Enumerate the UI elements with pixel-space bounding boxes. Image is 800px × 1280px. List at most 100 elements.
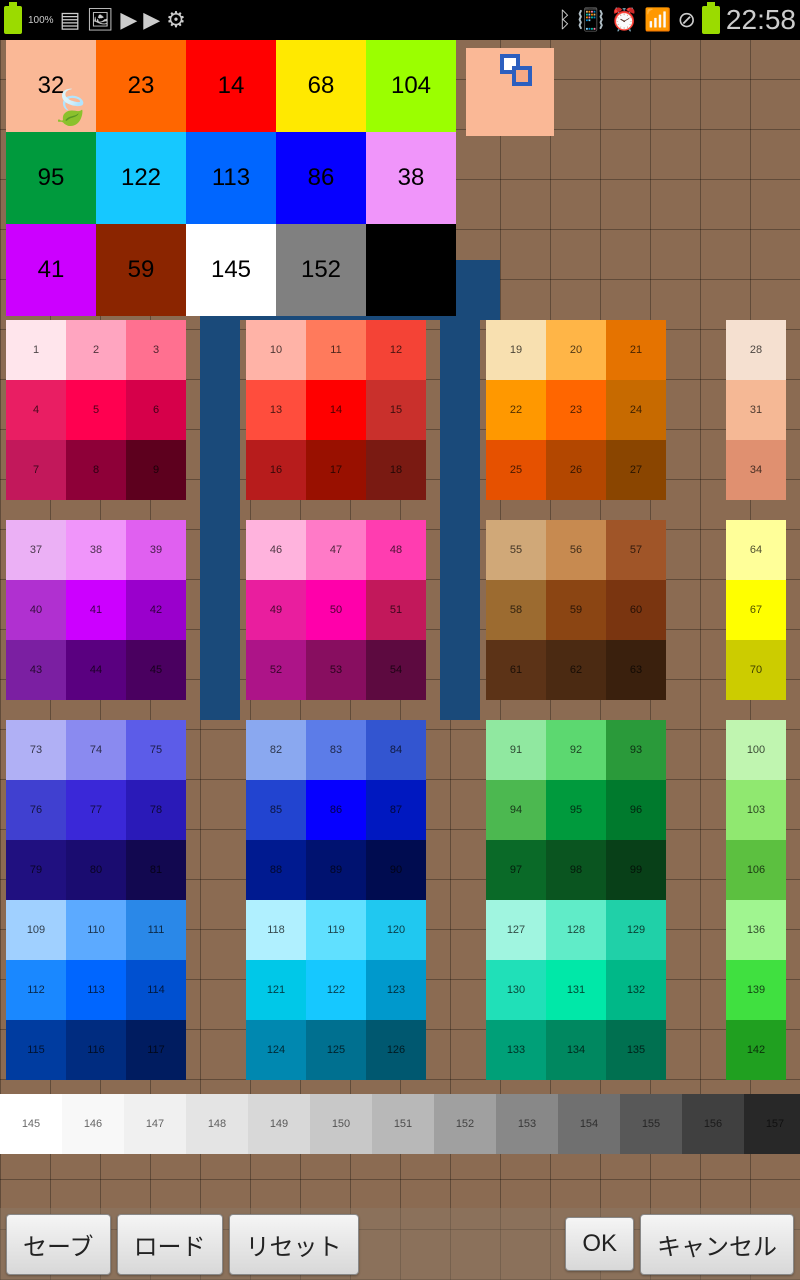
gray-swatch[interactable]: 149 — [248, 1094, 310, 1154]
swatch[interactable]: 99 — [606, 840, 666, 900]
swatch[interactable]: 111 — [126, 900, 186, 960]
swatch[interactable]: 67 — [726, 580, 786, 640]
swatch[interactable]: 125 — [306, 1020, 366, 1080]
swatch[interactable]: 10 — [246, 320, 306, 380]
swatch[interactable]: 93 — [606, 720, 666, 780]
gray-swatch[interactable]: 151 — [372, 1094, 434, 1154]
top-swatch[interactable]: 95 — [6, 132, 96, 224]
swatch[interactable]: 59 — [546, 580, 606, 640]
swatch[interactable]: 4 — [6, 380, 66, 440]
swatch[interactable]: 3 — [126, 320, 186, 380]
swatch[interactable]: 122 — [306, 960, 366, 1020]
swatch[interactable]: 80 — [66, 840, 126, 900]
swatch[interactable]: 126 — [366, 1020, 426, 1080]
swatch[interactable]: 89 — [306, 840, 366, 900]
top-swatch[interactable]: 152 — [276, 224, 366, 316]
top-swatch[interactable]: 68 — [276, 40, 366, 132]
gray-swatch[interactable]: 152 — [434, 1094, 496, 1154]
swatch[interactable]: 133 — [486, 1020, 546, 1080]
swatch[interactable]: 7 — [6, 440, 66, 500]
swatch[interactable]: 5 — [66, 380, 126, 440]
gray-swatch[interactable]: 146 — [62, 1094, 124, 1154]
swatch[interactable]: 98 — [546, 840, 606, 900]
swatch[interactable]: 128 — [546, 900, 606, 960]
swatch[interactable]: 96 — [606, 780, 666, 840]
swatch[interactable]: 18 — [366, 440, 426, 500]
swatch[interactable]: 40 — [6, 580, 66, 640]
swatch[interactable]: 115 — [6, 1020, 66, 1080]
swatch[interactable]: 6 — [126, 380, 186, 440]
gray-swatch[interactable]: 155 — [620, 1094, 682, 1154]
swatch[interactable]: 73 — [6, 720, 66, 780]
top-swatch[interactable]: 145 — [186, 224, 276, 316]
swatch[interactable]: 75 — [126, 720, 186, 780]
ok-button[interactable]: OK — [565, 1217, 634, 1271]
swatch[interactable]: 139 — [726, 960, 786, 1020]
top-swatch[interactable]: 23 — [96, 40, 186, 132]
swatch[interactable]: 31 — [726, 380, 786, 440]
swatch[interactable]: 13 — [246, 380, 306, 440]
top-swatch[interactable] — [366, 224, 456, 316]
swatch[interactable]: 134 — [546, 1020, 606, 1080]
swatch[interactable]: 20 — [546, 320, 606, 380]
load-button[interactable]: ロード — [117, 1214, 223, 1275]
swatch[interactable]: 92 — [546, 720, 606, 780]
swatch[interactable]: 25 — [486, 440, 546, 500]
swatch[interactable]: 112 — [6, 960, 66, 1020]
swatch[interactable]: 78 — [126, 780, 186, 840]
swatch[interactable]: 118 — [246, 900, 306, 960]
swatch[interactable]: 19 — [486, 320, 546, 380]
swatch[interactable]: 37 — [6, 520, 66, 580]
swatch[interactable]: 15 — [366, 380, 426, 440]
swatch[interactable]: 38 — [66, 520, 126, 580]
swatch[interactable]: 16 — [246, 440, 306, 500]
swatch[interactable]: 129 — [606, 900, 666, 960]
swatch[interactable]: 44 — [66, 640, 126, 700]
top-swatch[interactable]: 86 — [276, 132, 366, 224]
top-swatch[interactable]: 104 — [366, 40, 456, 132]
swatch[interactable]: 135 — [606, 1020, 666, 1080]
swatch[interactable]: 56 — [546, 520, 606, 580]
swatch[interactable]: 52 — [246, 640, 306, 700]
swatch[interactable]: 119 — [306, 900, 366, 960]
swatch[interactable]: 91 — [486, 720, 546, 780]
swatch[interactable]: 48 — [366, 520, 426, 580]
swatch[interactable]: 124 — [246, 1020, 306, 1080]
swatch[interactable]: 120 — [366, 900, 426, 960]
swatch[interactable]: 87 — [366, 780, 426, 840]
swatch[interactable]: 14 — [306, 380, 366, 440]
gray-swatch[interactable]: 154 — [558, 1094, 620, 1154]
swatch[interactable]: 109 — [6, 900, 66, 960]
swatch[interactable]: 114 — [126, 960, 186, 1020]
swatch[interactable]: 34 — [726, 440, 786, 500]
top-swatch[interactable]: 113 — [186, 132, 276, 224]
swatch[interactable]: 110 — [66, 900, 126, 960]
swatch[interactable]: 90 — [366, 840, 426, 900]
swatch[interactable]: 86 — [306, 780, 366, 840]
swatch[interactable]: 12 — [366, 320, 426, 380]
top-swatch[interactable]: 122 — [96, 132, 186, 224]
swatch[interactable]: 23 — [546, 380, 606, 440]
swatch[interactable]: 54 — [366, 640, 426, 700]
swatch[interactable]: 116 — [66, 1020, 126, 1080]
gray-swatch[interactable]: 148 — [186, 1094, 248, 1154]
gray-swatch[interactable]: 153 — [496, 1094, 558, 1154]
gray-swatch[interactable]: 145 — [0, 1094, 62, 1154]
gray-swatch[interactable]: 157 — [744, 1094, 800, 1154]
swatch[interactable]: 117 — [126, 1020, 186, 1080]
gray-swatch[interactable]: 147 — [124, 1094, 186, 1154]
swatch[interactable]: 142 — [726, 1020, 786, 1080]
swatch[interactable]: 46 — [246, 520, 306, 580]
swatch[interactable]: 47 — [306, 520, 366, 580]
swatch[interactable]: 49 — [246, 580, 306, 640]
swatch[interactable]: 1 — [6, 320, 66, 380]
swatch[interactable]: 8 — [66, 440, 126, 500]
swatch[interactable]: 60 — [606, 580, 666, 640]
swatch[interactable]: 81 — [126, 840, 186, 900]
swatch[interactable]: 17 — [306, 440, 366, 500]
gray-swatch[interactable]: 150 — [310, 1094, 372, 1154]
swatch[interactable]: 79 — [6, 840, 66, 900]
swatch[interactable]: 127 — [486, 900, 546, 960]
swatch[interactable]: 45 — [126, 640, 186, 700]
top-swatch[interactable]: 38 — [366, 132, 456, 224]
